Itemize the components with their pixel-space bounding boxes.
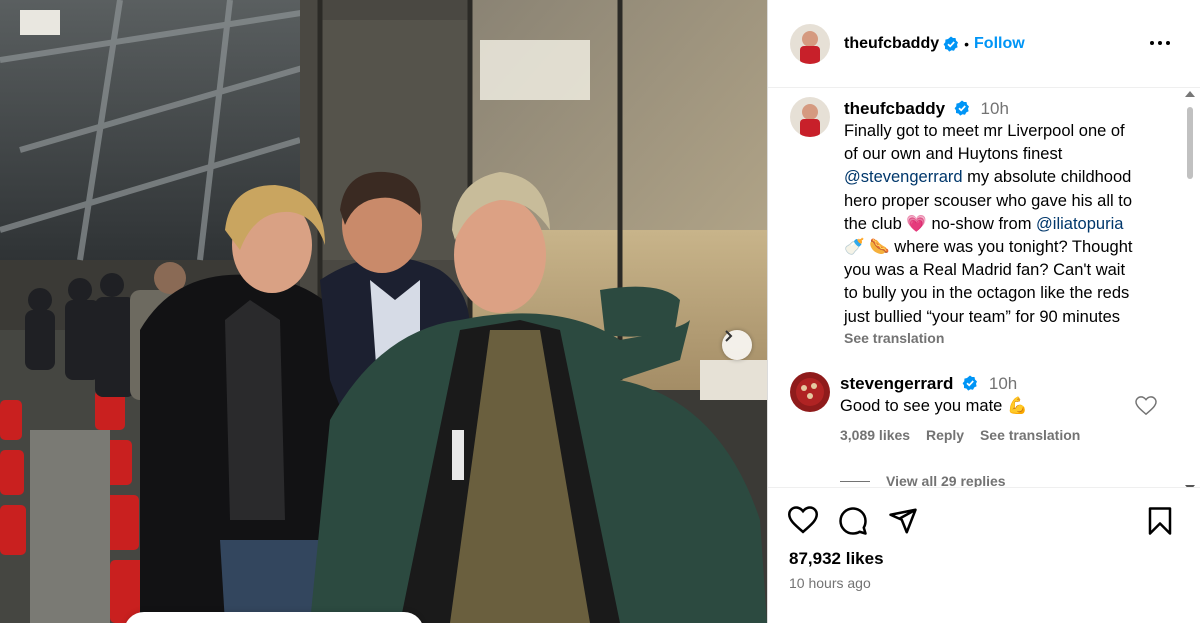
comment-time[interactable]: 10h	[989, 374, 1017, 393]
next-photo-button[interactable]	[722, 330, 752, 360]
caption-line: to bully you in the octagon like the red…	[844, 284, 1130, 303]
author-username[interactable]: theufcbaddy	[844, 35, 939, 53]
comments-section[interactable]: theufcbaddy 10h Finally got to meet mr L…	[768, 89, 1200, 487]
heart-icon[interactable]	[787, 506, 819, 541]
view-replies-link[interactable]: View all 29 replies	[840, 473, 1006, 487]
caption-fragment: no-show from	[926, 214, 1037, 233]
more-icon[interactable]	[1149, 32, 1171, 59]
caption-username[interactable]: theufcbaddy	[844, 99, 945, 118]
post-header: theufcbaddy • Follow	[768, 0, 1200, 88]
heart-emoji: 💗	[906, 214, 927, 233]
post-time[interactable]: 10 hours ago	[789, 575, 871, 591]
verified-icon	[962, 375, 978, 391]
view-replies-label: View all 29 replies	[886, 473, 1006, 487]
scrollbar-thumb[interactable]	[1187, 107, 1193, 179]
caption-time[interactable]: 10h	[981, 99, 1009, 118]
likes-count[interactable]: 87,932 likes	[789, 549, 884, 569]
author-avatar[interactable]	[790, 23, 830, 64]
follow-button[interactable]: Follow	[974, 35, 1025, 53]
caption-line: of our own and Huytons finest	[844, 145, 1063, 164]
caption-avatar[interactable]	[790, 97, 830, 137]
caption-line: you was a Real Madrid fan? Can't wait	[844, 261, 1126, 280]
caption-line: Finally got to meet mr Liverpool one of	[844, 122, 1125, 140]
caption-fragment: where was you tonight? Thought	[889, 238, 1133, 257]
mention-link[interactable]: @stevengerrard	[844, 168, 963, 186]
comment-like-heart-icon[interactable]	[1135, 396, 1157, 421]
replies-divider	[840, 480, 870, 482]
caption-fragment: my absolute childhood	[962, 168, 1132, 187]
caption-line: just bullied “your team” for 90 minutes	[844, 307, 1121, 326]
comment-text: Good to see you mate	[840, 397, 1007, 415]
caption-see-translation[interactable]: See translation	[844, 329, 1132, 347]
post-caption: theufcbaddy 10h Finally got to meet mr L…	[790, 97, 1170, 347]
comment-item: stevengerrard 10h Good to see you mate 💪…	[790, 372, 1170, 447]
commenter-avatar[interactable]	[790, 372, 830, 412]
post-side-panel: theufcbaddy • Follow theufcbaddy 10h Fin…	[767, 0, 1200, 623]
verified-icon	[954, 100, 970, 116]
commenter-username[interactable]: stevengerrard	[840, 374, 953, 393]
post-photo[interactable]	[0, 0, 767, 623]
mention-link[interactable]: @iliatopuria	[1036, 215, 1123, 233]
hotdog-emoji: 🌭	[869, 238, 890, 257]
comment-icon[interactable]	[838, 506, 868, 541]
comments-scrollbar[interactable]	[1183, 91, 1195, 487]
header-separator: •	[964, 35, 970, 52]
baby-bottle-emoji: 🍼	[844, 238, 865, 257]
comment-likes[interactable]: 3,089 likes	[840, 427, 910, 443]
comment-see-translation[interactable]: See translation	[980, 427, 1080, 443]
caption-text: Finally got to meet mr Liverpool one of …	[844, 120, 1132, 329]
photo-illustration	[0, 0, 767, 623]
verified-icon	[943, 36, 959, 52]
comment-actions: 3,089 likes Reply See translation	[840, 424, 1092, 447]
caption-line: hero proper scouser who gave his all to	[844, 191, 1132, 210]
post-actions: 87,932 likes 10 hours ago	[768, 487, 1200, 623]
save-icon[interactable]	[1147, 506, 1173, 541]
reply-button[interactable]: Reply	[926, 427, 964, 443]
scroll-up-arrow-icon[interactable]	[1185, 91, 1195, 97]
flexed-biceps-emoji: 💪	[1006, 397, 1028, 415]
add-comment-bar[interactable]	[124, 612, 424, 623]
share-icon[interactable]	[888, 506, 918, 541]
caption-fragment: the club	[844, 214, 907, 233]
action-icons	[787, 506, 918, 541]
